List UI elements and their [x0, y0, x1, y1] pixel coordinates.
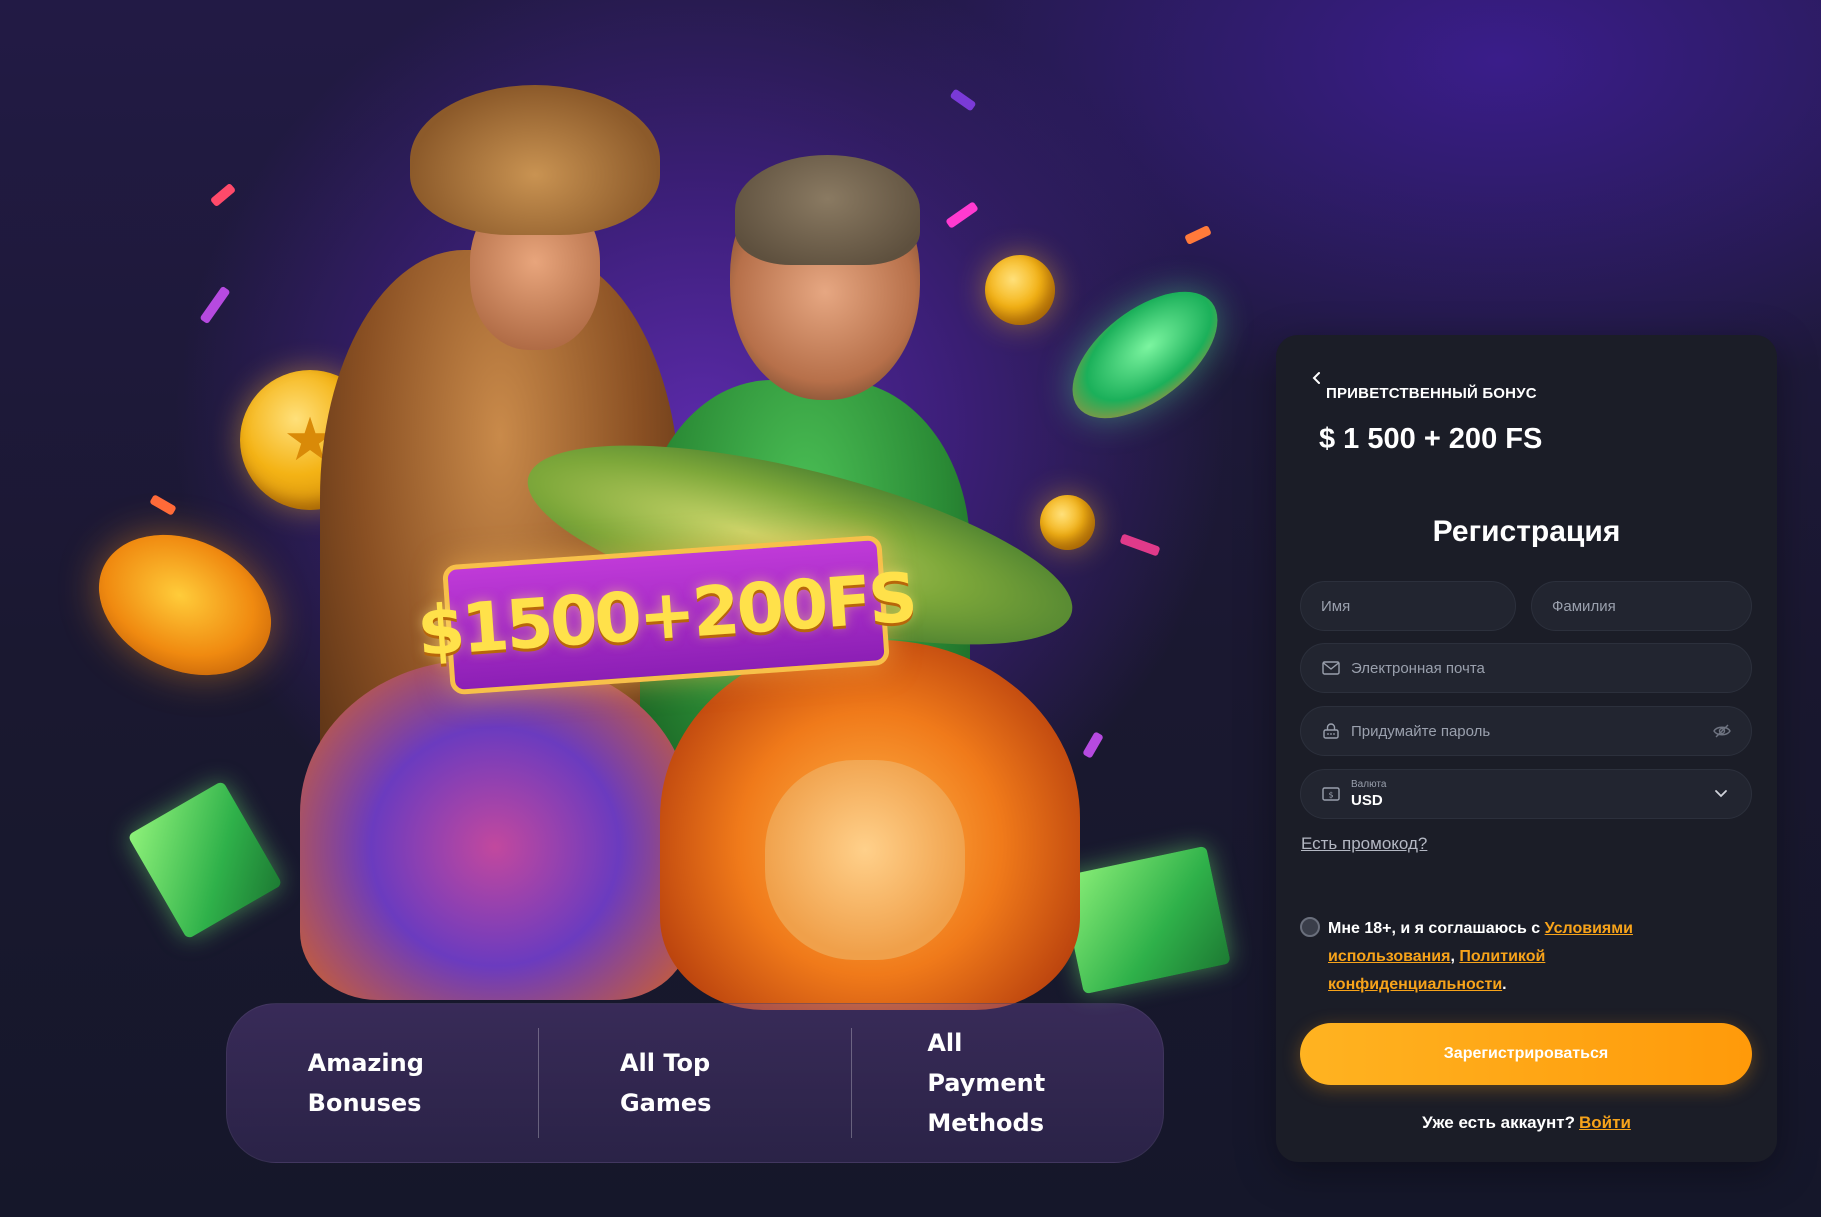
lock-icon: [1321, 721, 1341, 741]
chevron-down-icon: [1711, 784, 1731, 804]
confetti: [945, 201, 979, 229]
password-input[interactable]: [1351, 722, 1713, 740]
feature-bonuses: Amazing Bonuses: [227, 1028, 538, 1138]
consent-prefix: Мне 18+, и я соглашаюсь с: [1328, 920, 1541, 937]
features-bar: Amazing Bonuses All Top Games All Paymen…: [226, 1003, 1164, 1163]
email-field[interactable]: [1300, 643, 1752, 693]
fisherman-beanie: [735, 155, 920, 265]
currency-value: USD: [1351, 792, 1383, 809]
chevron-left-icon: [1312, 372, 1320, 384]
cash-bills: [127, 780, 283, 940]
confetti: [949, 88, 977, 112]
password-field[interactable]: [1300, 706, 1752, 756]
cowboy-hat: [410, 85, 660, 235]
bonus-label: ПРИВЕТСТВЕННЫЙ БОНУС: [1326, 385, 1537, 402]
envelope-icon: [1321, 658, 1341, 678]
first-name-input[interactable]: [1321, 597, 1495, 615]
gold-fish-illustration: [75, 508, 295, 702]
consent-end: .: [1502, 976, 1507, 993]
eye-off-icon[interactable]: [1713, 721, 1731, 741]
currency-label: Валюта: [1351, 779, 1387, 790]
gold-coin: [1040, 495, 1095, 550]
confetti: [1119, 533, 1161, 557]
feature-label: All Payment Methods: [927, 1029, 1046, 1137]
confetti: [149, 494, 177, 516]
last-name-field[interactable]: [1531, 581, 1752, 631]
banknote-icon: $: [1321, 784, 1341, 804]
lion-face: [765, 760, 965, 960]
feature-payments: All Payment Methods: [852, 1028, 1163, 1138]
promo-code-link[interactable]: Есть промокод?: [1301, 834, 1427, 854]
register-button[interactable]: Зарегистрироваться: [1300, 1023, 1752, 1085]
confetti: [1082, 731, 1104, 759]
first-name-field[interactable]: [1300, 581, 1516, 631]
page-title: Регистрация: [1432, 515, 1621, 548]
registration-card: ПРИВЕТСТВЕННЫЙ БОНУС $ 1 500 + 200 FS Ре…: [1276, 335, 1777, 1162]
confetti: [199, 285, 231, 325]
consent-checkbox[interactable]: [1300, 917, 1320, 937]
feature-games: All Top Games: [539, 1028, 850, 1138]
consent-text: Мне 18+, и я соглашаюсь с Условиями испо…: [1328, 915, 1720, 999]
gold-coin: [985, 255, 1055, 325]
currency-value-wrap: Валюта USD: [1351, 779, 1387, 809]
login-prompt: Уже есть аккаунт? Войти: [1276, 1113, 1777, 1133]
green-fish-illustration: [1050, 267, 1240, 443]
have-account-text: Уже есть аккаунт?: [1422, 1113, 1575, 1132]
consent-separator: ,: [1450, 948, 1455, 965]
confetti: [209, 182, 237, 208]
wolf-illustration: [300, 660, 690, 1000]
feature-label: Amazing Bonuses: [307, 1049, 424, 1117]
cash-bills: [1059, 845, 1231, 995]
svg-text:$: $: [1328, 791, 1333, 800]
last-name-input[interactable]: [1552, 597, 1731, 615]
consent-row: Мне 18+, и я соглашаюсь с Условиями испо…: [1300, 915, 1720, 999]
bonus-amount: $ 1 500 + 200 FS: [1319, 423, 1543, 455]
confetti: [1184, 224, 1212, 246]
promo-badge-text: $1500+200FS: [414, 558, 918, 672]
currency-select[interactable]: $ Валюта USD: [1300, 769, 1752, 819]
feature-label: All Top Games: [619, 1049, 712, 1117]
email-input[interactable]: [1351, 659, 1731, 677]
login-link[interactable]: Войти: [1579, 1113, 1631, 1132]
back-button[interactable]: [1306, 367, 1328, 389]
